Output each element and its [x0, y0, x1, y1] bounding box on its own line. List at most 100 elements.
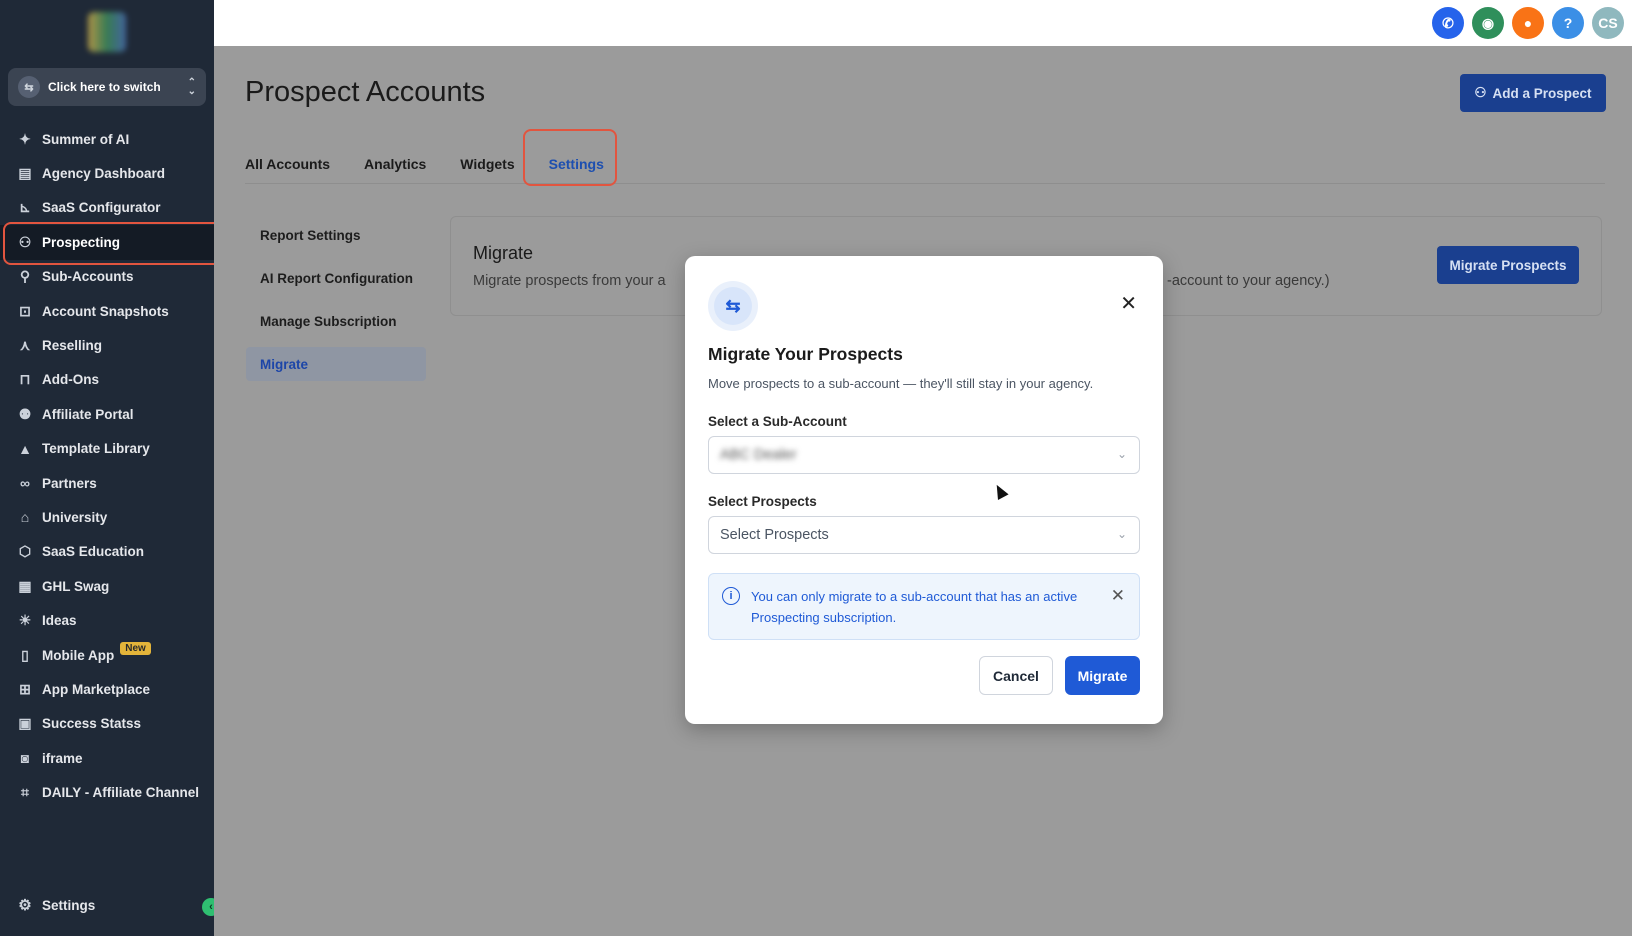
sidebar-item-reselling[interactable]: ⋏ Reselling — [0, 328, 214, 362]
tabs: All Accounts Analytics Widgets Settings — [245, 156, 604, 172]
modal-subtitle: Move prospects to a sub-account — they'l… — [708, 376, 1094, 391]
avatar[interactable]: CS — [1592, 7, 1624, 39]
help-icon[interactable]: ? — [1552, 7, 1584, 39]
settings-menu-migrate[interactable]: Migrate — [246, 347, 426, 381]
sidebar-item-label: Partners — [42, 475, 97, 491]
prospects-select[interactable]: Select Prospects ⌄ — [708, 516, 1140, 554]
top-icons: ✆ ◉ ●? CS — [1432, 7, 1624, 39]
sidebar-item-ghl-swag[interactable]: ▦ GHL Swag — [0, 569, 214, 603]
cancel-button[interactable]: Cancel — [979, 656, 1053, 695]
sidebar-item-label: DAILY - Affiliate Channel — [42, 785, 200, 801]
sidebar-item-saas-configurator[interactable]: ⊾ SaaS Configurator — [0, 191, 214, 225]
migrate-icon-badge: ⇆ — [708, 281, 758, 331]
account-switcher[interactable]: ⇆ Click here to switch ⌃ ⌄ — [8, 68, 206, 106]
chevron-updown-icon: ⌃ ⌄ — [187, 77, 196, 97]
migrate-button[interactable]: Migrate — [1065, 656, 1140, 695]
sidebar-item-daily-affiliate-channel[interactable]: ⌗ DAILY - Affiliate Channel — [0, 775, 214, 809]
tab-all-accounts[interactable]: All Accounts — [245, 156, 330, 172]
sidebar-item-label: Template Library — [42, 441, 150, 457]
switcher-label: Click here to switch — [48, 80, 161, 94]
sub-account-select[interactable]: ABC Dealer ⌄ — [708, 436, 1140, 474]
user-icon: ⚲ — [19, 268, 31, 285]
migrate-prospects-button[interactable]: Migrate Prospects — [1437, 246, 1579, 284]
sidebar-item-label: Prospecting — [42, 234, 121, 250]
prospects-placeholder: Select Prospects — [720, 527, 829, 543]
new-badge: New — [120, 641, 151, 655]
sidebar-item-agency-dashboard[interactable]: ▤ Agency Dashboard — [0, 156, 214, 190]
migrate-card-description-end: -account to your agency.) — [1167, 273, 1330, 289]
sidebar-item-label: Mobile App — [42, 647, 115, 663]
close-icon[interactable]: ✕ — [1120, 294, 1137, 314]
phone-icon[interactable]: ✆ — [1432, 7, 1464, 39]
sidebar-item-university[interactable]: ⌂ University — [0, 500, 214, 534]
gear-icon: ⚙ — [18, 897, 32, 914]
sidebar-item-success-statss[interactable]: ▣ Success Statss — [0, 707, 214, 741]
sidebar-item-label: Settings — [42, 897, 96, 913]
sidebar-item-label: Account Snapshots — [42, 303, 169, 319]
migrate-card-title: Migrate — [473, 243, 534, 263]
megaphone-icon[interactable]: ◉ — [1472, 7, 1504, 39]
sidebar: ⇆ Click here to switch ⌃ ⌄ ✦ Summer of AI ▤… — [0, 0, 220, 936]
sidebar-item-mobile-app[interactable]: ▯ Mobile App New — [0, 638, 214, 672]
sidebar-item-label: University — [42, 509, 108, 525]
shapes-icon: ▲ — [18, 440, 32, 457]
sidebar-item-label: Summer of AI — [42, 131, 130, 147]
sidebar-item-app-marketplace[interactable]: ⊞ App Marketplace — [0, 672, 214, 706]
chevron-down-icon: ⌄ — [1116, 527, 1127, 541]
sidebar-item-account-snapshots[interactable]: ⊡ Account Snapshots — [0, 294, 214, 328]
sidebar-item-label: Ideas — [42, 613, 77, 629]
user-search-icon: ⚇ — [18, 233, 32, 250]
sidebar-item-label: GHL Swag — [42, 578, 110, 594]
sidebar-item-add-ons[interactable]: ⊓ Add-Ons — [0, 363, 214, 397]
notification-icon[interactable]: ● — [1512, 7, 1544, 39]
sidebar-item-ideas[interactable]: ☀ Ideas — [0, 603, 214, 637]
tab-widgets[interactable]: Widgets — [460, 156, 514, 172]
sidebar-item-label: App Marketplace — [42, 681, 151, 697]
sidebar-item-label: iframe — [42, 750, 83, 766]
prospects-label: Select Prospects — [708, 494, 817, 509]
sidebar-item-sub-accounts[interactable]: ⚲ Sub-Accounts — [0, 260, 214, 294]
sidebar-item-label: Add-Ons — [42, 372, 99, 388]
sidebar-item-summer-of-ai[interactable]: ✦ Summer of AI — [0, 122, 214, 156]
sidebar-item-label: Success Statss — [42, 716, 142, 732]
sidebar-item-label: Affiliate Portal — [42, 406, 134, 422]
glasses-icon: ◙ — [20, 750, 30, 767]
dismiss-alert-icon[interactable]: ✕ — [1111, 586, 1125, 606]
settings-menu-ai-report-configuration[interactable]: AI Report Configuration — [246, 257, 426, 300]
settings-menu-manage-subscription[interactable]: Manage Subscription — [246, 300, 426, 343]
agency-logo[interactable] — [88, 12, 126, 52]
add-prospect-button[interactable]: ⚇ Add a Prospect — [1460, 74, 1606, 112]
cube-icon: ⬡ — [18, 543, 32, 560]
lightbulb-icon: ☀ — [18, 612, 32, 629]
sidebar-item-saas-education[interactable]: ⬡ SaaS Education — [0, 535, 214, 569]
migrate-card-description: Migrate prospects from your a — [473, 273, 666, 289]
snapshot-icon: ⊡ — [19, 302, 31, 319]
sidebar-item-label: Sub-Accounts — [42, 269, 134, 285]
store-icon: ▦ — [18, 577, 32, 594]
sub-account-value: ABC Dealer — [720, 447, 797, 463]
sidebar-item-template-library[interactable]: ▲ Template Library — [0, 432, 214, 466]
tab-settings[interactable]: Settings — [549, 156, 604, 172]
sidebar-item-affiliate-portal[interactable]: ⚉ Affiliate Portal — [0, 397, 214, 431]
chart-icon: ⊾ — [19, 199, 31, 216]
info-alert: i You can only migrate to a sub-account … — [708, 573, 1140, 640]
top-bar: ✆ ◉ ●? CS — [214, 0, 1632, 46]
settings-menu-report-settings[interactable]: Report Settings — [246, 214, 426, 257]
swap-arrows-icon: ⇆ — [714, 287, 752, 325]
graduation-icon: ⌂ — [20, 509, 30, 526]
sidebar-item-partners[interactable]: ∞ Partners — [0, 466, 214, 500]
sidebar-item-label: SaaS Configurator — [42, 200, 161, 216]
chevron-down-icon: ⌄ — [1116, 447, 1127, 461]
users-icon: ⚉ — [18, 405, 32, 422]
bag-icon: ⊓ — [19, 371, 31, 388]
sparkle-icon: ✦ — [19, 130, 31, 147]
switch-icon: ⇆ — [18, 76, 40, 98]
dashboard-icon: ▤ — [18, 165, 32, 182]
sidebar-item-settings[interactable]: ⚙ Settings — [16, 896, 95, 914]
mobile-icon: ▯ — [21, 646, 29, 663]
modal-title: Migrate Your Prospects — [708, 344, 903, 364]
sidebar-nav: ✦ Summer of AI ▤ Agency Dashboard ⊾ SaaS Conf… — [0, 122, 214, 810]
sidebar-item-iframe[interactable]: ◙ iframe — [0, 741, 214, 775]
sidebar-item-prospecting[interactable]: ⚇ Prospecting — [0, 225, 214, 260]
tab-analytics[interactable]: Analytics — [364, 156, 426, 172]
